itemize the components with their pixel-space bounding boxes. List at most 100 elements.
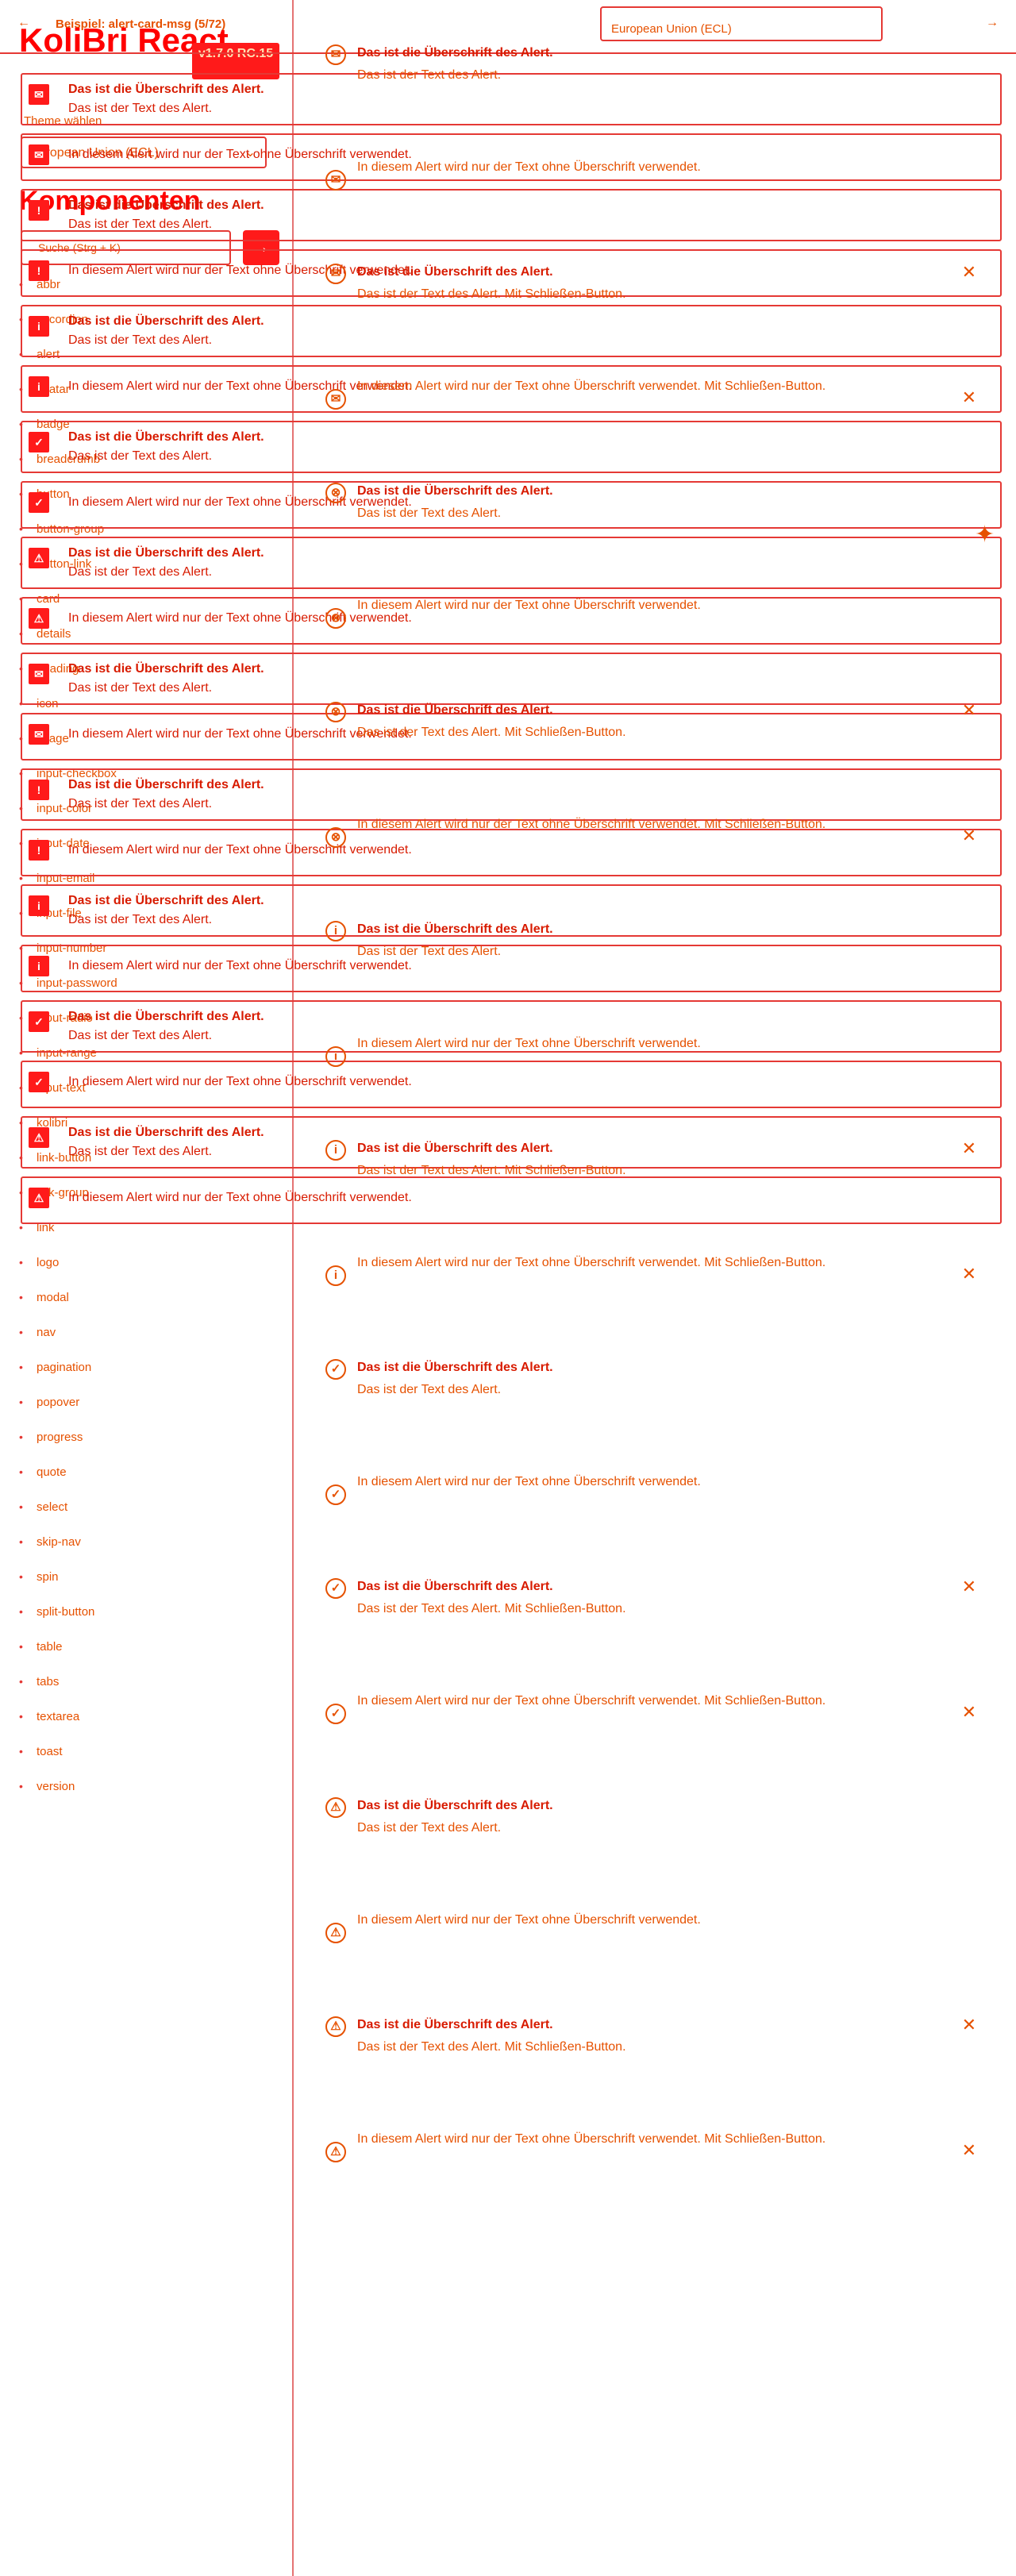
alert-type-icon: ⊗ [325,608,346,629]
close-icon[interactable]: ✕ [962,387,976,408]
example-title: Beispiel: alert-card-msg (5/72) [56,17,226,31]
alert-type-icon: ✓ [29,432,49,452]
message-icon: ✉ [29,144,49,165]
alert-type-icon: i [29,956,49,976]
alert-msg: ⊗ Das ist die Überschrift des Alert. Das i… [325,692,992,786]
alert-title: Das ist die Überschrift des Alert. [357,1799,553,1812]
alert-title: Das ist die Überschrift des Alert. [357,1142,553,1155]
alert-title: Das ist die Überschrift des Alert. [357,922,553,936]
alert-msg: i Das ist die Überschrift des Alert. Das i… [325,911,992,1005]
alert-msg: ⚠ Das ist die Überschrift des Alert. Das i… [325,2007,992,2100]
close-icon[interactable]: ✕ [962,1577,976,1597]
alert-type-icon: ! [29,780,49,800]
close-icon[interactable]: ✕ [962,826,976,846]
sidebar-item-toast[interactable]: toast [19,1735,273,1770]
alert-body: Das ist der Text des Alert. Mit Schließe… [357,1602,626,1615]
sidebar-item-nav[interactable]: nav [19,1316,273,1351]
close-icon[interactable]: ✕ [962,1138,976,1159]
alert-type-icon: ⚠ [29,1127,49,1148]
alert-msg: ✓ In diesem Alert wird nur der Text ohne … [325,1694,992,1788]
alert-type-icon: ⚠ [29,1188,49,1208]
sidebar-item-tabs[interactable]: tabs [19,1665,273,1700]
message-icon: ✉ [29,84,49,105]
sidebar-item-table[interactable]: table [19,1631,273,1665]
alert-type-icon: ⚠ [29,608,49,629]
alert-msg: ⊗ In diesem Alert wird nur der Text ohne … [325,818,992,911]
alert-msg: ✓ Das ist die Überschrift des Alert. Das i… [325,1569,992,1662]
alert-type-icon: i [325,1046,346,1067]
alert-title: Das ist die Überschrift des Alert. [357,484,553,498]
previous-example-icon[interactable]: ← [17,16,30,30]
message-icon: ✉ [325,44,346,65]
alert-body: Das ist der Text des Alert. Mit Schließe… [357,726,626,739]
alert-title: Das ist die Überschrift des Alert. [357,265,553,279]
alert-msg: ✉ In diesem Alert wird nur der Text ohne … [325,160,992,254]
alert-body: Das ist der Text des Alert. [357,68,502,82]
next-example-icon[interactable]: → [986,16,999,30]
alert-body: Das ist der Text des Alert. [357,1383,502,1396]
message-icon: ✉ [325,264,346,284]
close-icon[interactable]: ✕ [962,700,976,721]
alert-body: In diesem Alert wird nur der Text ohne Ü… [357,1694,826,1708]
alert-msg: ⊗ In diesem Alert wird nur der Text ohne … [325,599,992,692]
alert-type-icon: i [29,316,49,337]
alert-type-icon: ✓ [29,492,49,513]
alert-body: Das ist der Text des Alert. Mit Schließe… [357,287,626,301]
sidebar-item-spin[interactable]: spin [19,1561,273,1596]
alert-msg: ⊗ Das ist die Überschrift des Alert. Das i… [325,473,992,567]
alert-body: Das ist der Text des Alert. Mit Schließe… [357,1164,626,1177]
alert-type-icon: i [325,1140,346,1161]
message-icon: ✉ [325,170,346,191]
alert-body: In diesem Alert wird nur der Text ohne Ü… [357,1913,701,1927]
alert-type-icon: ⊗ [325,827,346,848]
alert-msg: ✉ In diesem Alert wird nur der Text ohne … [325,379,992,473]
alerts-msg-column: ✉ Das ist die Überschrift des Alert. Das i… [325,35,992,2226]
alert-body: Das ist der Text des Alert. [357,506,502,520]
sidebar-item-select[interactable]: select [19,1491,273,1526]
alert-body: In diesem Alert wird nur der Text ohne Ü… [357,379,826,393]
alert-type-icon: ⊗ [325,702,346,722]
sidebar-item-split-button[interactable]: split-button [19,1596,273,1631]
close-icon[interactable]: ✕ [962,1702,976,1723]
alert-msg: i In diesem Alert wird nur der Text ohne … [325,1037,992,1130]
alert-msg: i Das ist die Überschrift des Alert. Das i… [325,1130,992,1224]
alert-type-icon: ✓ [325,1704,346,1724]
sidebar-item-version[interactable]: version [19,1770,273,1805]
sidebar-item-modal[interactable]: modal [19,1281,273,1316]
sidebar-item-logo[interactable]: logo [19,1246,273,1281]
alert-body: In diesem Alert wird nur der Text ohne Ü… [357,160,701,174]
close-icon[interactable]: ✕ [962,2140,976,2161]
alert-type-icon: ✓ [325,1359,346,1380]
alert-title: Das ist die Überschrift des Alert. [357,1361,553,1374]
alert-body: In diesem Alert wird nur der Text ohne Ü… [357,599,701,612]
alert-type-icon: ⚠ [325,2016,346,2037]
alert-msg: ✉ Das ist die Überschrift des Alert. Das i… [325,254,992,348]
pin-icon[interactable]: ✦ [975,521,995,549]
alert-type-icon: ! [29,260,49,281]
close-icon[interactable]: ✕ [962,262,976,283]
alert-type-icon: i [29,895,49,916]
alert-msg: ⚠ In diesem Alert wird nur der Text ohne … [325,1913,992,2007]
alert-type-icon: ⚠ [325,2142,346,2162]
alert-type-icon: ✓ [29,1072,49,1092]
sidebar-item-skip-nav[interactable]: skip-nav [19,1526,273,1561]
sidebar-item-pagination[interactable]: pagination [19,1351,273,1386]
alert-body: Das ist der Text des Alert. [357,945,502,958]
alert-title: Das ist die Überschrift des Alert. [357,703,553,717]
sidebar-item-popover[interactable]: popover [19,1386,273,1421]
alert-body: In diesem Alert wird nur der Text ohne Ü… [357,1475,701,1488]
alert-msg: ⚠ Das ist die Überschrift des Alert. Das i… [325,1788,992,1881]
close-icon[interactable]: ✕ [962,1264,976,1284]
alert-type-icon: ! [29,200,49,221]
alert-type-icon: i [325,921,346,941]
alert-title: Das ist die Überschrift des Alert. [357,2018,553,2031]
message-icon: ✉ [29,664,49,684]
alert-type-icon: ⚠ [325,1797,346,1818]
alert-msg: ⚠ In diesem Alert wird nur der Text ohne … [325,2132,992,2226]
alert-body: Das ist der Text des Alert. [357,1821,502,1835]
sidebar-item-progress[interactable]: progress [19,1421,273,1456]
sidebar-item-textarea[interactable]: textarea [19,1700,273,1735]
close-icon[interactable]: ✕ [962,2015,976,2035]
sidebar-item-quote[interactable]: quote [19,1456,273,1491]
message-icon: ✉ [325,389,346,410]
